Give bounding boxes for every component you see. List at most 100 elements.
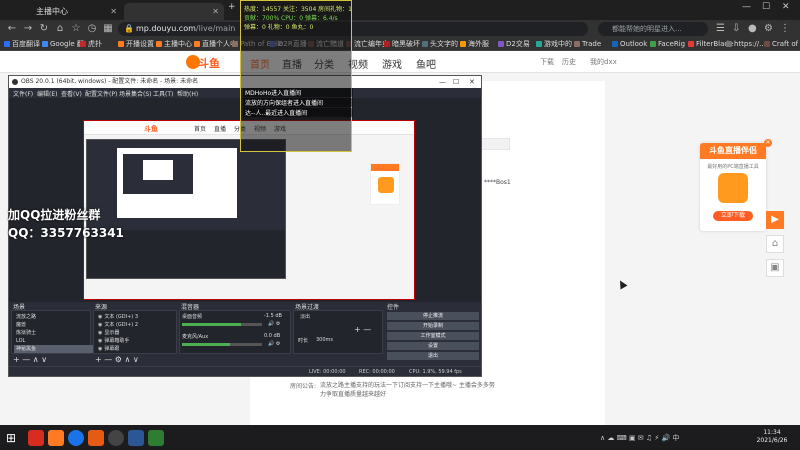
app-icon-red[interactable] — [28, 430, 44, 446]
companion-download-button[interactable]: 立即下载 — [713, 211, 753, 221]
chrome-icon[interactable] — [68, 430, 84, 446]
maximize-icon[interactable]: ☐ — [762, 2, 770, 12]
download-icon[interactable]: ⇩ — [732, 23, 740, 34]
bookmark-item[interactable]: Craft of E — [764, 39, 800, 50]
stop-streaming-button[interactable]: 停止推流 — [387, 312, 479, 320]
speaker-icon[interactable]: 🔊 ⚙ — [268, 321, 280, 327]
address-bar[interactable]: 🔒 mp.douyu.com/live/main — [118, 22, 588, 36]
screen-icon[interactable]: ▣ — [766, 259, 784, 277]
search-box[interactable]: 都能帮她的明星进入... — [598, 22, 708, 36]
scene-item[interactable]: 神秘黑鱼 — [14, 345, 94, 353]
tab-active[interactable]: ✕ — [124, 3, 224, 20]
menu-icon[interactable]: ☰ — [716, 23, 725, 34]
bookmark-item[interactable]: 主播中心 — [156, 39, 192, 50]
more-icon[interactable]: ⋮ — [780, 23, 790, 34]
bookmark-item[interactable]: D2交易 — [498, 39, 530, 50]
transition-add-remove[interactable]: + — — [354, 325, 371, 334]
close-tab-icon[interactable]: ✕ — [212, 3, 219, 20]
duration-field[interactable]: 300ms — [316, 337, 333, 343]
obs-close-icon[interactable]: ✕ — [469, 76, 475, 88]
bookmark-item[interactable]: 虎扑 — [80, 39, 102, 50]
app-icon-orange[interactable] — [88, 430, 104, 446]
bookmark-item[interactable]: https://... — [726, 39, 766, 50]
menu-help[interactable]: 帮助(H) — [177, 89, 198, 98]
scene-item[interactable]: 炼狱骑士 — [14, 329, 94, 337]
obs-taskbar-icon[interactable] — [108, 430, 124, 446]
bookmark-item[interactable]: 海外服 — [460, 39, 489, 50]
nav-games[interactable]: 游戏 — [382, 56, 402, 71]
home-float-icon[interactable]: ⌂ — [766, 235, 784, 253]
source-item[interactable]: ◉ 文本 (GDI+) 2 — [96, 321, 176, 329]
taskbar-clock[interactable]: 11:34 2021/6/26 — [754, 429, 790, 445]
visibility-eye-icon[interactable]: ◉ — [98, 346, 102, 352]
scene-item[interactable]: 魔兽 — [14, 321, 94, 329]
tray-icons[interactable]: ∧ ☁ ⌨ ▣ ✉ ♫ ⚡ 🔊 中 — [600, 433, 679, 443]
menu-edit[interactable]: 编辑(E) — [37, 89, 57, 98]
scene-item[interactable]: LOL — [14, 337, 94, 345]
extensions-icon[interactable]: ▦ — [102, 23, 114, 35]
history-icon[interactable]: ◷ — [86, 23, 98, 35]
studio-mode-button[interactable]: 工作室模式 — [387, 332, 479, 340]
bookmark-item[interactable]: 开播设置 — [118, 39, 154, 50]
bookmark-item[interactable]: 暗黑破坏 — [384, 39, 420, 50]
visibility-eye-icon[interactable]: ◉ — [98, 330, 102, 336]
close-tab-icon[interactable]: ✕ — [110, 3, 117, 20]
speaker-icon[interactable]: 🔊 ⚙ — [268, 341, 280, 347]
bookmark-item[interactable]: 直播个人中 — [194, 39, 237, 50]
tab-streamer-center[interactable]: 主播中心 ✕ — [30, 3, 122, 20]
menu-profile[interactable]: 配置文件(P) — [85, 89, 117, 98]
settings-icon[interactable]: ⚙ — [764, 23, 773, 34]
start-icon[interactable]: ⊞ — [6, 430, 22, 446]
bookmark-item[interactable]: 游戏中的 — [536, 39, 572, 50]
close-card-icon[interactable]: ✕ — [764, 139, 772, 147]
new-tab-icon[interactable]: + — [228, 2, 236, 12]
reload-icon[interactable]: ↻ — [38, 23, 50, 35]
visibility-eye-icon[interactable]: ◉ — [98, 322, 102, 328]
app-icon-green[interactable] — [148, 430, 164, 446]
source-item[interactable]: ◉ 显示器 — [96, 329, 176, 337]
settings-button[interactable]: 设置 — [387, 342, 479, 350]
bookmark-item[interactable]: 流亡编年史 — [346, 39, 389, 50]
close-window-icon[interactable]: ✕ — [782, 2, 790, 12]
menu-view[interactable]: 查看(V) — [61, 89, 82, 98]
scenes-list[interactable]: 流放之路 魔兽 炼狱骑士 LOL 神秘黑鱼 — [11, 310, 94, 354]
back-icon[interactable]: ← — [6, 23, 18, 35]
exit-button[interactable]: 退出 — [387, 352, 479, 360]
bookmark-item[interactable]: 头文字的 — [422, 39, 458, 50]
forward-icon[interactable]: → — [22, 23, 34, 35]
obs-maximize-icon[interactable]: ☐ — [453, 76, 459, 88]
visibility-eye-icon[interactable]: ◉ — [98, 338, 102, 344]
companion-app-card[interactable]: 斗鱼直播伴侣 最好用的PC端直播工具 立即下载 — [700, 143, 766, 231]
header-user[interactable]: 我的dxx — [590, 57, 617, 67]
bookmark-item[interactable]: 百度翻译 — [4, 39, 40, 50]
user-icon[interactable]: ● — [748, 23, 757, 34]
app-icon-blue[interactable] — [128, 430, 144, 446]
start-recording-button[interactable]: 开始录制 — [387, 322, 479, 330]
header-history[interactable]: 历史 — [562, 57, 576, 67]
source-item[interactable]: ◉ 弹幕箱助手 — [96, 337, 176, 345]
header-download[interactable]: 下载 — [540, 57, 554, 67]
obs-minimize-icon[interactable]: — — [439, 76, 446, 88]
nav-fishbar[interactable]: 鱼吧 — [416, 56, 436, 71]
sources-toolbar[interactable]: + — ⚙ ∧ ∨ — [95, 355, 139, 364]
source-item[interactable]: ◉ 弹幕跟 — [96, 345, 176, 353]
source-item[interactable]: ◉ 文本 (GDI+) 3 — [96, 313, 176, 321]
bookmark-item[interactable]: Google 翻 — [42, 39, 84, 50]
minimize-icon[interactable]: — — [742, 2, 751, 12]
douyu-logo[interactable]: 斗鱼 — [186, 53, 222, 71]
play-icon[interactable]: ▶ — [766, 211, 784, 229]
menu-tools[interactable]: 工具(T) — [153, 89, 173, 98]
visibility-eye-icon[interactable]: ◉ — [98, 314, 102, 320]
menu-file[interactable]: 文件(F) — [13, 89, 33, 98]
app-icon-douyu[interactable] — [48, 430, 64, 446]
bookmark-star-icon[interactable]: ☆ — [70, 23, 82, 35]
bookmark-item[interactable]: Trade — [574, 39, 601, 50]
sources-list[interactable]: ◉ 文本 (GDI+) 3 ◉ 文本 (GDI+) 2 ◉ 显示器 ◉ 弹幕箱助手 ◉ 弹幕跟 — [93, 310, 177, 354]
home-icon[interactable]: ⌂ — [54, 23, 66, 35]
bookmark-item[interactable]: FaceRig — [650, 39, 685, 50]
menu-scene-collection[interactable]: 场景集合(S) — [119, 89, 152, 98]
scenes-toolbar[interactable]: + — ∧ ∨ — [13, 355, 47, 364]
transition-type[interactable]: 淡出 — [300, 313, 310, 320]
scene-item[interactable]: 流放之路 — [14, 313, 94, 321]
bookmark-item[interactable]: Outlook — [612, 39, 647, 50]
